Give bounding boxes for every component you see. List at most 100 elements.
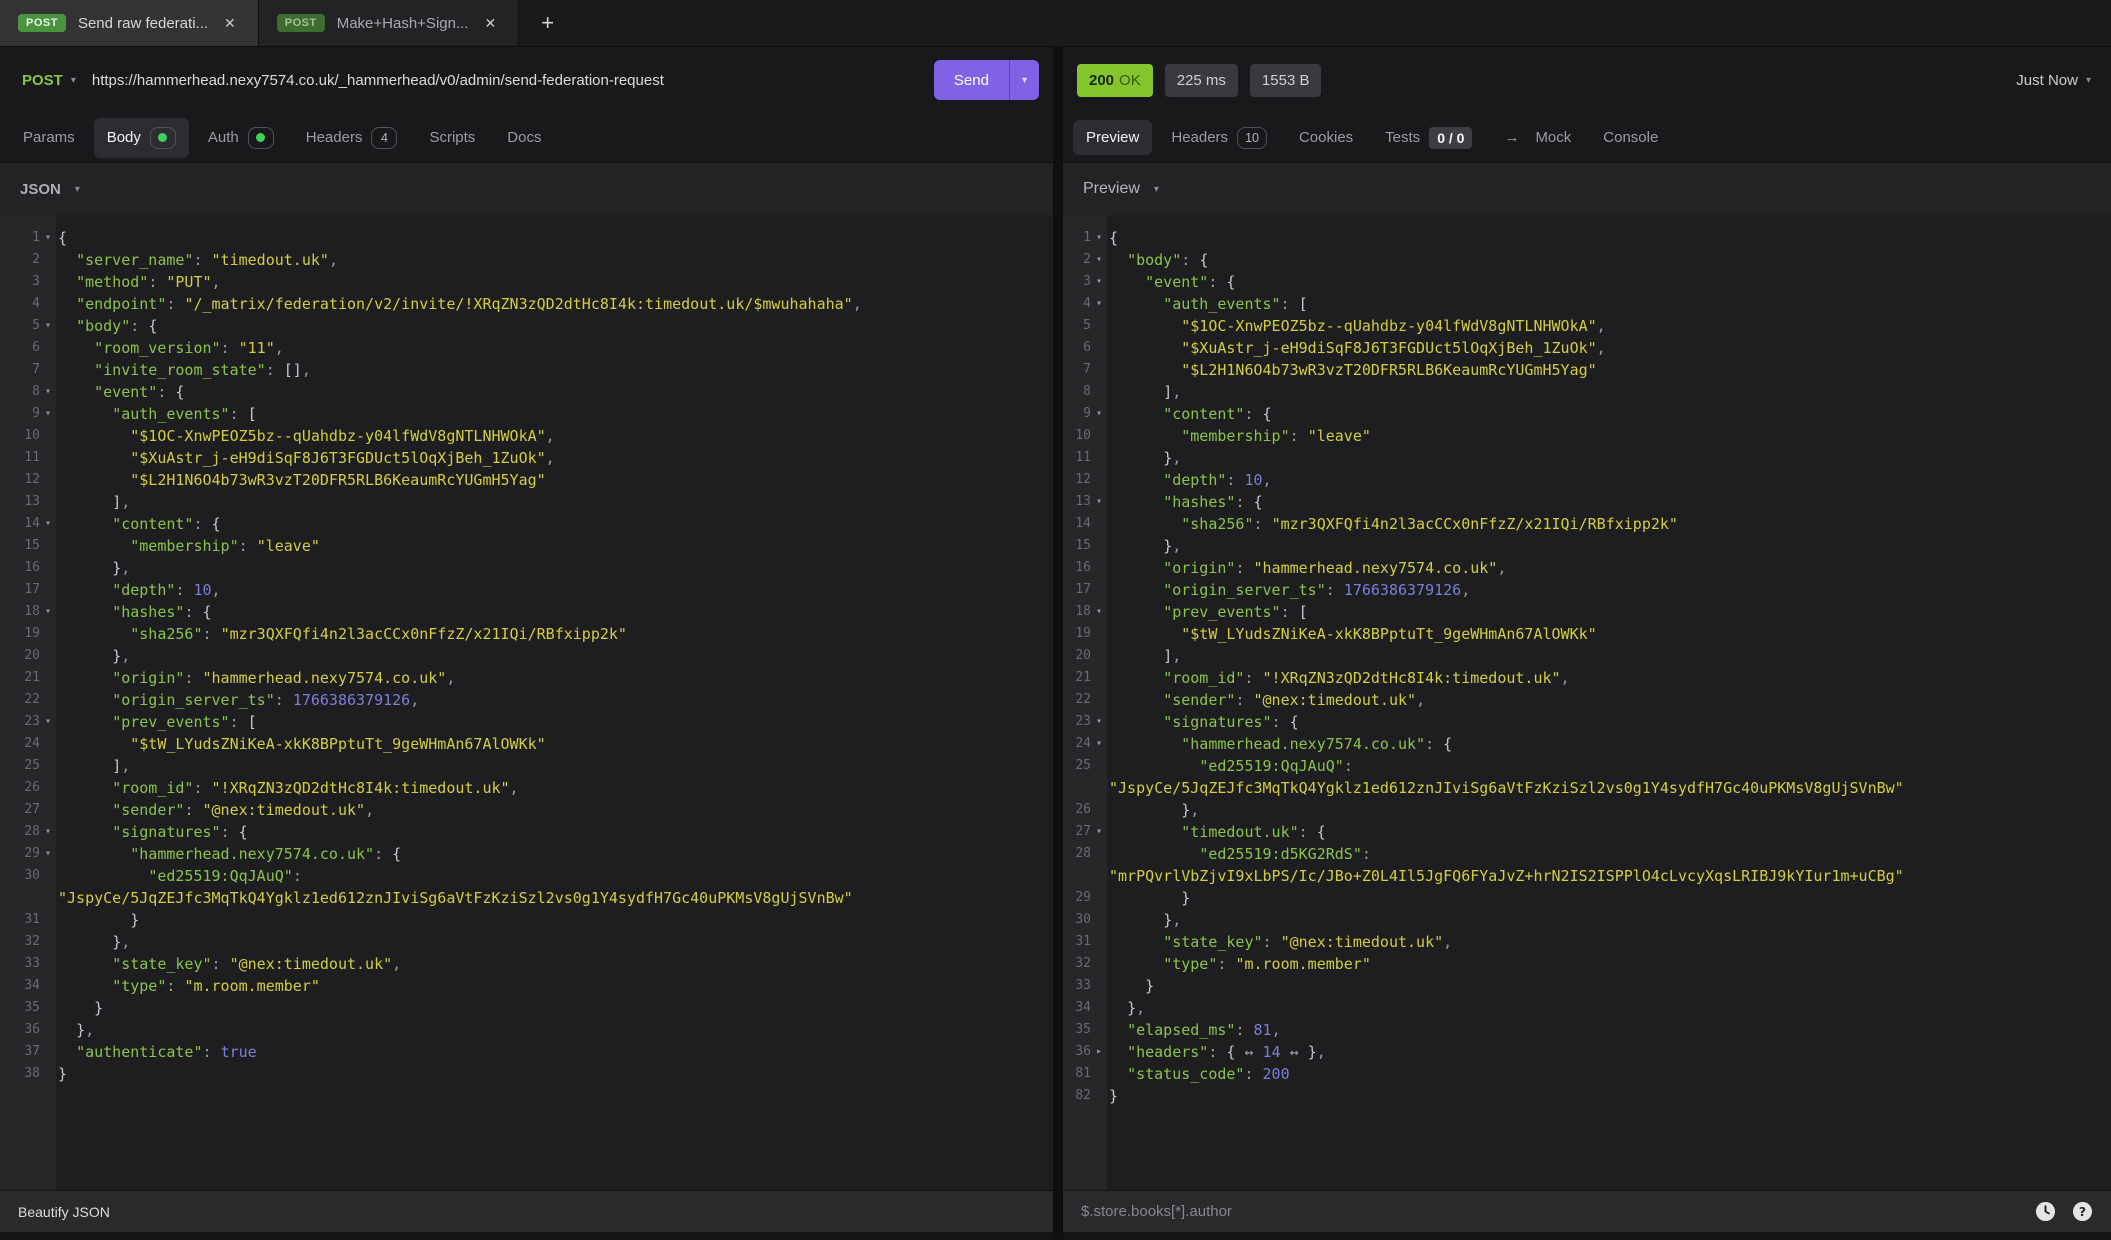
- tab-label: Tests: [1385, 129, 1420, 146]
- tab-mock[interactable]: →Mock: [1491, 120, 1584, 155]
- window-tab-send-raw-federation[interactable]: POST Send raw federati... ✕: [0, 0, 259, 46]
- line-number: 37: [0, 1041, 40, 1063]
- code-line: 20 ],: [1063, 645, 2111, 667]
- code-line: 82}: [1063, 1085, 2111, 1107]
- code-line: "mrPQvrlVbZjvI9xLbPS/Ic/JBo+Z0L4Il5JgFQ6…: [1063, 865, 2111, 887]
- tab-tests[interactable]: Tests 0 / 0: [1372, 118, 1485, 158]
- fold-spacer: [40, 337, 56, 359]
- response-body-viewer[interactable]: 1▾{2▾ "body": {3▾ "event": {4▾ "auth_eve…: [1063, 215, 2111, 1190]
- code-text: "ed25519:QqJAuQ":: [1107, 755, 2111, 777]
- line-number: [0, 887, 40, 909]
- tab-params[interactable]: Params: [10, 120, 88, 155]
- fold-toggle-icon[interactable]: ▾: [1091, 491, 1107, 513]
- tab-response-headers[interactable]: Headers 10: [1158, 118, 1280, 158]
- fold-spacer: [1091, 315, 1107, 337]
- fold-spacer: [1091, 359, 1107, 381]
- code-line: 30 "ed25519:QqJAuQ":: [0, 865, 1053, 887]
- fold-toggle-icon[interactable]: ▾: [1091, 403, 1107, 425]
- line-number: 1: [1063, 227, 1091, 249]
- fold-spacer: [40, 249, 56, 271]
- url-bar: POST ▾ https://hammerhead.nexy7574.co.uk…: [0, 47, 1053, 113]
- fold-toggle-icon[interactable]: ▾: [1091, 227, 1107, 249]
- url-input[interactable]: https://hammerhead.nexy7574.co.uk/_hamme…: [86, 72, 934, 89]
- code-text: "$1OC-XnwPEOZ5bz--qUahdbz-y04lfWdV8gNTLN…: [56, 425, 1053, 447]
- fold-toggle-icon[interactable]: ▾: [40, 227, 56, 249]
- fold-spacer: [40, 887, 56, 909]
- preview-mode-dropdown[interactable]: Preview ▾: [1063, 163, 2111, 215]
- line-number: 33: [0, 953, 40, 975]
- line-number: 23: [1063, 711, 1091, 733]
- fold-spacer: [1091, 1019, 1107, 1041]
- fold-toggle-icon[interactable]: ▾: [1091, 601, 1107, 623]
- line-number: 8: [1063, 381, 1091, 403]
- beautify-json-button[interactable]: Beautify JSON: [18, 1204, 110, 1220]
- code-text: "state_key": "@nex:timedout.uk",: [1107, 931, 2111, 953]
- fold-toggle-icon[interactable]: ▾: [40, 843, 56, 865]
- body-type-dropdown[interactable]: JSON ▾: [0, 163, 1053, 215]
- body-type-label: JSON: [20, 181, 61, 198]
- tab-body[interactable]: Body: [94, 118, 189, 158]
- fold-spacer: [1091, 865, 1107, 887]
- filter-history-clock-icon[interactable]: [2035, 1201, 2056, 1222]
- fold-spacer: [40, 469, 56, 491]
- fold-toggle-icon[interactable]: ▸: [1091, 1041, 1107, 1063]
- chevron-down-icon: ▾: [1154, 184, 1159, 195]
- tab-headers[interactable]: Headers 4: [293, 118, 411, 158]
- filter-help-icon[interactable]: ?: [2072, 1201, 2093, 1222]
- response-history-dropdown[interactable]: Just Now ▾: [2016, 72, 2097, 89]
- fold-toggle-icon[interactable]: ▾: [40, 315, 56, 337]
- fold-spacer: [1091, 843, 1107, 865]
- fold-toggle-icon[interactable]: ▾: [1091, 249, 1107, 271]
- fold-toggle-icon[interactable]: ▾: [1091, 293, 1107, 315]
- send-options-dropdown[interactable]: ▾: [1009, 60, 1039, 100]
- fold-toggle-icon[interactable]: ▾: [1091, 271, 1107, 293]
- fold-spacer: [40, 1041, 56, 1063]
- code-text: "origin_server_ts": 1766386379126,: [56, 689, 1053, 711]
- request-body-editor[interactable]: 1▾{2 "server_name": "timedout.uk",3 "met…: [0, 215, 1053, 1190]
- fold-spacer: [40, 271, 56, 293]
- code-line: 37 "authenticate": true: [0, 1041, 1053, 1063]
- fold-spacer: [1091, 1063, 1107, 1085]
- fold-spacer: [40, 293, 56, 315]
- line-number: 16: [1063, 557, 1091, 579]
- line-number: 30: [1063, 909, 1091, 931]
- tab-preview[interactable]: Preview: [1073, 120, 1152, 155]
- fold-spacer: [1091, 953, 1107, 975]
- tab-console[interactable]: Console: [1590, 120, 1671, 155]
- jsonpath-filter-input[interactable]: $.store.books[*].author: [1081, 1203, 2035, 1220]
- pane-resize-handle[interactable]: [1053, 47, 1063, 1240]
- fold-toggle-icon[interactable]: ▾: [40, 403, 56, 425]
- tab-cookies[interactable]: Cookies: [1286, 120, 1366, 155]
- fold-toggle-icon[interactable]: ▾: [1091, 733, 1107, 755]
- tab-docs[interactable]: Docs: [494, 120, 554, 155]
- send-button-label[interactable]: Send: [934, 60, 1009, 100]
- fold-spacer: [1091, 997, 1107, 1019]
- fold-toggle-icon[interactable]: ▾: [40, 601, 56, 623]
- new-tab-button[interactable]: +: [519, 0, 576, 46]
- method-badge: POST: [277, 14, 325, 32]
- svg-text:?: ?: [2079, 1204, 2086, 1219]
- close-icon[interactable]: ✕: [220, 13, 240, 34]
- tab-scripts[interactable]: Scripts: [416, 120, 488, 155]
- fold-toggle-icon[interactable]: ▾: [40, 513, 56, 535]
- window-tab-make-hash-sign[interactable]: POST Make+Hash+Sign... ✕: [259, 0, 519, 46]
- fold-toggle-icon[interactable]: ▾: [40, 711, 56, 733]
- fold-toggle-icon[interactable]: ▾: [1091, 711, 1107, 733]
- code-line: 7 "$L2H1N6O4b73wR3vzT20DFR5RLB6KeaumRcYU…: [1063, 359, 2111, 381]
- tab-label: Auth: [208, 129, 239, 146]
- request-subtabs: Params Body Auth Headers 4 Scripts Docs: [0, 113, 1053, 163]
- tab-auth[interactable]: Auth: [195, 118, 287, 158]
- fold-spacer: [40, 975, 56, 997]
- code-line: 26 },: [1063, 799, 2111, 821]
- tab-title: Make+Hash+Sign...: [337, 15, 469, 32]
- line-number: 15: [0, 535, 40, 557]
- method-dropdown[interactable]: POST ▾: [14, 72, 86, 89]
- fold-toggle-icon[interactable]: ▾: [1091, 821, 1107, 843]
- fold-spacer: [1091, 381, 1107, 403]
- fold-toggle-icon[interactable]: ▾: [40, 381, 56, 403]
- code-line: 33 "state_key": "@nex:timedout.uk",: [0, 953, 1053, 975]
- close-icon[interactable]: ✕: [480, 13, 500, 34]
- fold-spacer: [40, 491, 56, 513]
- send-button[interactable]: Send ▾: [934, 60, 1039, 100]
- fold-toggle-icon[interactable]: ▾: [40, 821, 56, 843]
